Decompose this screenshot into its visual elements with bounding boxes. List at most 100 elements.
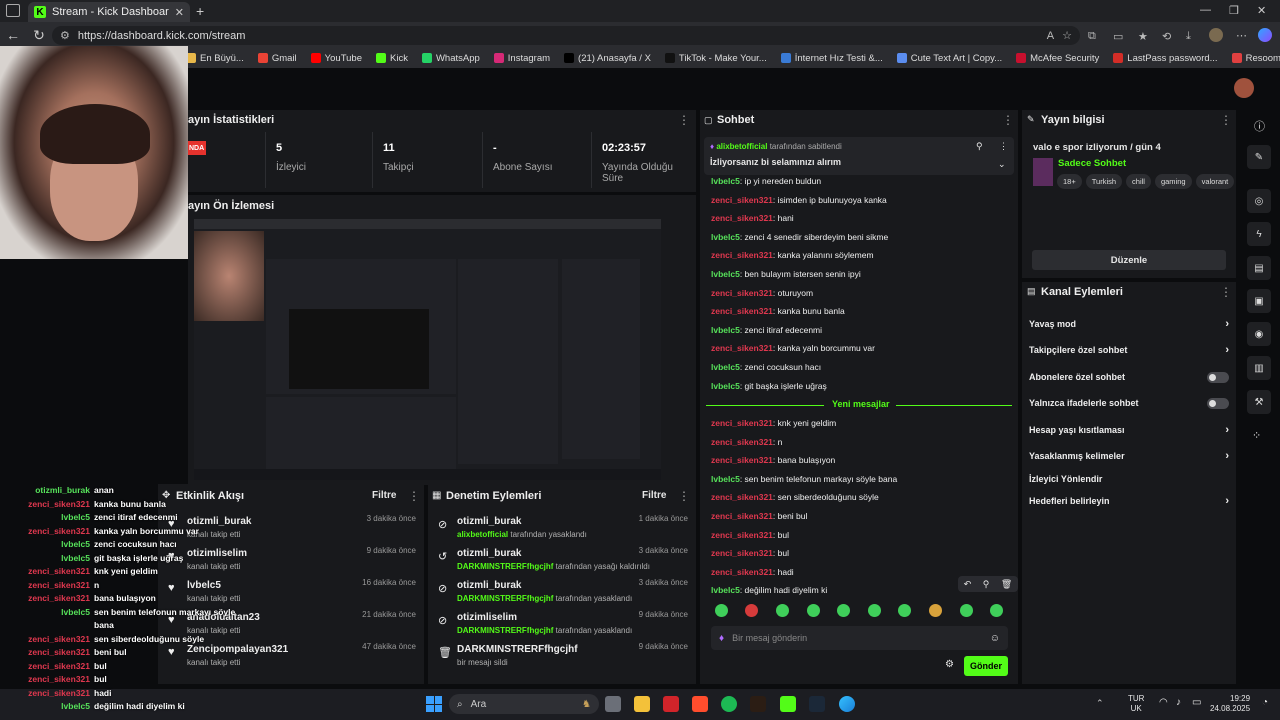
- chat-username[interactable]: lvbelc5: [711, 381, 740, 391]
- reply-icon[interactable]: ↶: [964, 579, 972, 590]
- chat-username[interactable]: zenci_siken321: [711, 195, 773, 205]
- pin-message-icon[interactable]: ⚲: [983, 579, 990, 590]
- chat-username[interactable]: zenci_siken321: [711, 343, 773, 353]
- chat-message[interactable]: zenci_siken321: bul: [711, 548, 789, 558]
- target-icon[interactable]: ◎: [1247, 189, 1271, 213]
- clock[interactable]: 19:29 24.08.2025: [1210, 694, 1250, 714]
- chat-message[interactable]: zenci_siken321: kanka yalanını söylemem: [711, 250, 874, 260]
- emote-icon[interactable]: [775, 604, 789, 617]
- bookmark-item[interactable]: Resoomer | Çevrimi...: [1231, 53, 1280, 64]
- kick-app-icon[interactable]: [780, 696, 796, 712]
- url-bar[interactable]: ⚙ https://dashboard.kick.com/stream A ☆: [52, 26, 1080, 45]
- channel-action-row[interactable]: Yasaklanmış kelimeler ›: [1029, 447, 1229, 465]
- maximize-icon[interactable]: ❐: [1229, 4, 1239, 17]
- chat-username[interactable]: zenci_siken321: [711, 213, 773, 223]
- notifications-icon[interactable]: ◔: [1262, 697, 1268, 708]
- emote-icon[interactable]: [959, 604, 973, 617]
- bookmark-item[interactable]: En Büyü...: [186, 53, 244, 64]
- pinned-message[interactable]: ♦ alixbetofficial tarafından sabitlendi …: [704, 137, 1014, 175]
- stream-tag[interactable]: Turkish: [1085, 174, 1123, 189]
- chat-username[interactable]: lvbelc5: [711, 474, 740, 484]
- stream-preview-video[interactable]: [194, 219, 661, 480]
- channel-action-row[interactable]: Yalnızca ifadelerle sohbet: [1029, 394, 1229, 412]
- chat-username[interactable]: zenci_siken321: [711, 437, 773, 447]
- pen-icon[interactable]: ✎: [1247, 145, 1271, 169]
- info-icon[interactable]: ⓘ: [1254, 118, 1265, 134]
- chat-username[interactable]: zenci_siken321: [711, 548, 773, 558]
- bookmark-item[interactable]: McAfee Security: [1016, 53, 1099, 64]
- favorites-icon[interactable]: ★: [1138, 30, 1148, 43]
- chat-message[interactable]: zenci_siken321: hani: [711, 213, 794, 223]
- toggle-switch[interactable]: [1207, 371, 1229, 383]
- bookmark-item[interactable]: Cute Text Art | Copy...: [896, 53, 1002, 64]
- volume-icon[interactable]: ♪: [1176, 697, 1181, 708]
- moderation-row[interactable]: ⊘ otizmli_burak DARKMINSTRERFfhgcjhf taraf…: [428, 578, 696, 610]
- chat-message[interactable]: zenci_siken321: isimden ip bulunuyoya ka…: [711, 195, 887, 205]
- user-avatar[interactable]: [1234, 78, 1254, 98]
- chat-message[interactable]: zenci_siken321: kanka yaln borcummu var: [711, 343, 875, 353]
- app-diamond-icon[interactable]: [692, 696, 708, 712]
- moderation-filter-button[interactable]: Filtre: [642, 490, 666, 501]
- toggle-switch[interactable]: [1207, 397, 1229, 409]
- app-dark-icon[interactable]: [750, 696, 766, 712]
- chat-username[interactable]: lvbelc5: [711, 585, 740, 595]
- stream-tag[interactable]: valorant: [1195, 174, 1235, 189]
- moderation-more-icon[interactable]: ⋮: [678, 489, 690, 503]
- channel-action-row[interactable]: Hedefleri belirleyin ›: [1029, 492, 1229, 510]
- new-tab-icon[interactable]: +: [196, 3, 204, 19]
- moderation-row[interactable]: ⊘ otizimliselim DARKMINSTRERFfhgcjhf taraf…: [428, 610, 696, 642]
- broadcast-icon[interactable]: ◉: [1247, 322, 1271, 346]
- send-button[interactable]: Gönder: [964, 656, 1008, 676]
- extensions-icon[interactable]: ⧉: [1088, 30, 1096, 43]
- chat-message[interactable]: lvbelc5: zenci itiraf edecenmi: [711, 325, 822, 335]
- bookmark-item[interactable]: YouTube: [310, 53, 362, 64]
- storage-icon[interactable]: ▥: [1247, 356, 1271, 380]
- moderation-row[interactable]: ⊘ otizmli_burak alixbetofficial tarafından…: [428, 514, 696, 546]
- taskbar-search[interactable]: ⌕ Ara ♞: [449, 694, 599, 714]
- chat-message[interactable]: zenci_siken321: beni bul: [711, 511, 807, 521]
- delete-icon[interactable]: 🗑: [1001, 579, 1012, 590]
- emote-icon[interactable]: [745, 604, 759, 617]
- wrench-icon[interactable]: ⚒: [1247, 390, 1271, 414]
- activity-row[interactable]: ♥ Zencipompalayan321 kanalı takip etti 47 d…: [158, 642, 424, 674]
- channel-actions-more-icon[interactable]: ⋮: [1220, 285, 1232, 299]
- chat-username[interactable]: zenci_siken321: [711, 455, 773, 465]
- task-view-icon[interactable]: [605, 696, 621, 712]
- clipboard-icon[interactable]: ▤: [1247, 256, 1271, 280]
- chat-username[interactable]: zenci_siken321: [711, 250, 773, 260]
- start-icon[interactable]: [426, 696, 442, 712]
- bookmark-item[interactable]: Instagram: [493, 53, 550, 64]
- emote-icon[interactable]: [867, 604, 881, 617]
- favorite-icon[interactable]: ☆: [1062, 29, 1072, 42]
- menu-icon[interactable]: ⋯: [1236, 29, 1247, 42]
- stream-info-more-icon[interactable]: ⋮: [1220, 113, 1232, 127]
- chat-username[interactable]: lvbelc5: [711, 176, 740, 186]
- history-icon[interactable]: ⟲: [1162, 30, 1171, 43]
- split-screen-icon[interactable]: ▭: [1113, 30, 1123, 43]
- stream-tag[interactable]: 18+: [1057, 174, 1082, 189]
- tab-actions-icon[interactable]: [6, 4, 20, 17]
- chat-message[interactable]: lvbelc5: değilim hadi diyelim ki: [711, 585, 827, 595]
- chat-username[interactable]: lvbelc5: [711, 325, 740, 335]
- steam-icon[interactable]: [809, 696, 825, 712]
- pin-icon[interactable]: ⚲: [976, 141, 983, 152]
- emoji-icon[interactable]: ☺: [990, 633, 1000, 644]
- tray-chevron-icon[interactable]: ⌃: [1096, 698, 1104, 709]
- emote-icon[interactable]: [837, 604, 851, 617]
- emote-icon[interactable]: [928, 604, 942, 617]
- activity-more-icon[interactable]: ⋮: [408, 489, 420, 503]
- chat-message[interactable]: lvbelc5: ip yi nereden buldun: [711, 176, 821, 186]
- chat-input[interactable]: ♦ Bir mesaj gönderin ☺: [711, 626, 1008, 650]
- chat-username[interactable]: zenci_siken321: [711, 288, 773, 298]
- tab-close-icon[interactable]: ✕: [175, 6, 184, 19]
- chat-message[interactable]: zenci_siken321: bana bulaşıyon: [711, 455, 835, 465]
- chat-message[interactable]: lvbelc5: sen benim telefonun markayı söy…: [711, 474, 897, 484]
- window-close-icon[interactable]: ✕: [1257, 4, 1266, 17]
- moderation-row[interactable]: ↺ otizmli_burak DARKMINSTRERFfhgcjhf taraf…: [428, 546, 696, 578]
- chat-username[interactable]: lvbelc5: [711, 232, 740, 242]
- chat-username[interactable]: zenci_siken321: [711, 511, 773, 521]
- channel-action-row[interactable]: İzleyici Yönlendir: [1029, 470, 1229, 488]
- edge-icon[interactable]: [839, 696, 855, 712]
- emote-icon[interactable]: [898, 604, 912, 617]
- spotify-icon[interactable]: [721, 696, 737, 712]
